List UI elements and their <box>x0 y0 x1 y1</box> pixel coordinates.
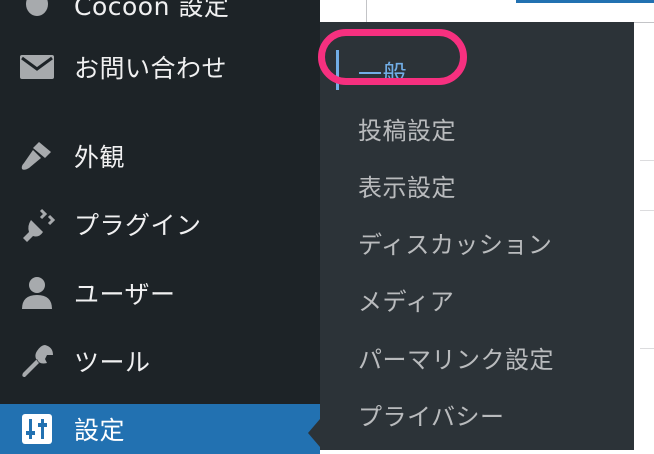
submenu-pointer <box>308 419 320 447</box>
content-divider <box>640 210 654 211</box>
sidebar-item-contact[interactable]: お問い合わせ <box>0 42 320 92</box>
sidebar-item-label: プラグイン <box>74 211 202 240</box>
sidebar-item-label: Cocoon 設定 <box>74 0 230 21</box>
submenu-item-media[interactable]: メディア <box>358 282 454 317</box>
settings-submenu: 一般 投稿設定 表示設定 ディスカッション メディア パーマリンク設定 プライバ… <box>320 22 634 450</box>
sidebar-item-label: お問い合わせ <box>74 54 228 83</box>
submenu-item-reading[interactable]: 表示設定 <box>358 168 456 203</box>
cocoon-icon <box>18 0 56 24</box>
content-divider <box>640 348 654 349</box>
sidebar-item-label: 設定 <box>74 416 126 445</box>
sidebar-item-plugins[interactable]: プラグイン <box>0 199 320 249</box>
sidebar-item-label: ツール <box>74 348 151 377</box>
paintbrush-icon <box>18 137 56 175</box>
sidebar-item-tools[interactable]: ツール <box>0 336 320 386</box>
plugin-icon <box>18 205 56 243</box>
admin-sidebar: Cocoon 設定 お問い合わせ 外観 プラグイン ユーザー ツール 設定 <box>0 0 320 454</box>
sidebar-item-settings[interactable]: 設定 <box>0 404 320 454</box>
user-icon <box>18 274 56 312</box>
settings-sliders-icon <box>18 410 56 448</box>
submenu-current-indicator <box>336 50 339 90</box>
submenu-item-privacy[interactable]: プライバシー <box>358 397 505 432</box>
submenu-item-general[interactable]: 一般 <box>358 54 407 89</box>
wrench-icon <box>18 342 56 380</box>
sidebar-item-label: 外観 <box>74 143 126 172</box>
content-header-strip <box>366 0 654 23</box>
content-divider <box>640 160 654 161</box>
sidebar-item-users[interactable]: ユーザー <box>0 268 320 318</box>
mail-icon <box>18 48 56 86</box>
submenu-item-writing[interactable]: 投稿設定 <box>358 111 456 146</box>
sidebar-item-label: ユーザー <box>74 280 176 309</box>
sidebar-item-appearance[interactable]: 外観 <box>0 131 320 181</box>
submenu-item-discussion[interactable]: ディスカッション <box>358 225 552 260</box>
sidebar-item-cocoon-settings[interactable]: Cocoon 設定 <box>0 0 320 30</box>
submenu-item-permalinks[interactable]: パーマリンク設定 <box>358 340 554 375</box>
content-accent-line <box>516 0 654 3</box>
